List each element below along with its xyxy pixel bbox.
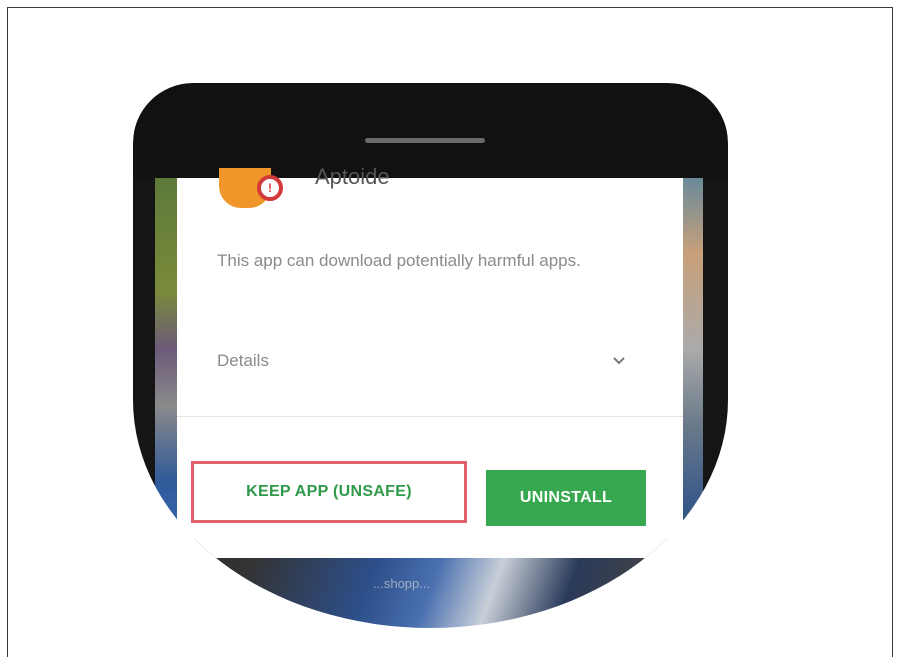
chevron-down-icon[interactable]	[613, 355, 625, 367]
warning-message: This app can download potentially harmfu…	[217, 251, 581, 270]
details-label: Details	[217, 351, 269, 370]
warning-shield-icon: !	[257, 175, 283, 201]
uninstall-button[interactable]: UNINSTALL	[486, 470, 646, 526]
phone-top-bezel	[133, 83, 728, 178]
phone-crop: ...shopp... ! Aptoide This app can downl…	[133, 83, 728, 628]
wallpaper-right	[683, 178, 703, 558]
details-expander[interactable]: Details	[217, 343, 637, 379]
wallpaper-text: ...shopp...	[373, 576, 431, 591]
screenshot-frame: ...shopp... ! Aptoide This app can downl…	[7, 7, 893, 657]
wallpaper-left	[155, 178, 177, 558]
keep-app-unsafe-button[interactable]: KEEP APP (UNSAFE)	[191, 461, 467, 523]
phone-right-bezel	[703, 178, 728, 558]
speaker-grille	[365, 138, 485, 143]
phone-left-bezel	[133, 178, 155, 558]
play-protect-dialog: ! Aptoide This app can download potentia…	[177, 164, 683, 558]
app-name: Aptoide	[315, 164, 390, 189]
dialog-divider	[177, 416, 683, 417]
